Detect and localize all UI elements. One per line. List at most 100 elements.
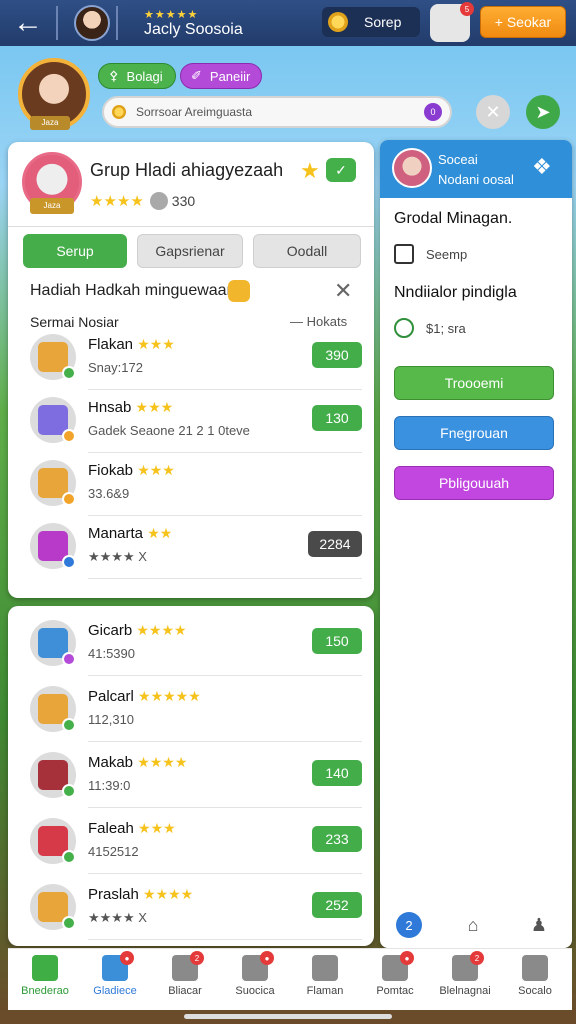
nav-item[interactable]: 2 Blelnagnai	[434, 951, 496, 1009]
people-icon[interactable]: ♟	[526, 912, 552, 938]
item-value-button[interactable]: 2284	[308, 531, 362, 557]
item-icon	[30, 523, 76, 569]
player-info: ★★★★★ Jacly Soosoia	[144, 8, 243, 39]
divider	[88, 389, 362, 390]
nav-label: Pomtac	[376, 985, 414, 997]
player-avatar[interactable]	[74, 5, 110, 41]
divider	[88, 578, 362, 579]
house-icon[interactable]: ⌂	[460, 912, 486, 938]
item-icon	[30, 818, 76, 864]
nav-item[interactable]: Bnederao	[14, 955, 76, 1009]
group-rating: ★★★★ 330	[90, 192, 195, 210]
count-badge[interactable]: 2	[396, 912, 422, 938]
tab-serup[interactable]: Serup	[23, 234, 127, 268]
tab-oodall[interactable]: Oodall	[253, 234, 361, 268]
item-subtitle: ★★★★ X	[88, 549, 147, 564]
confirm-button[interactable]: ➤	[526, 95, 560, 129]
item-subtitle: Snay:172	[88, 360, 143, 375]
item-stars: ★★★	[137, 336, 175, 352]
rating-stars: ★★★★	[90, 193, 144, 210]
social-avatar[interactable]	[392, 148, 432, 188]
item-value-button[interactable]: 150	[312, 628, 362, 654]
item-name: Fiokab ★★★	[88, 462, 175, 479]
item-name-text: Flakan	[88, 336, 134, 353]
item-subtitle: Gadek Seaone 21 2 1 0teve	[88, 423, 250, 438]
item-value-button[interactable]: 390	[312, 342, 362, 368]
profile-mini-avatar[interactable]: 5	[430, 2, 474, 42]
nav-icon: 2	[452, 951, 484, 981]
seekar-button[interactable]: + Seokar	[480, 6, 566, 38]
check-button[interactable]: ✓	[326, 158, 356, 182]
item-stars: ★★★★★	[138, 688, 201, 704]
nav-item[interactable]: Socalo	[504, 955, 566, 1009]
panel-row-2: $1; sra	[394, 318, 466, 338]
panel-row-1: Seemp	[394, 244, 467, 264]
header-line-2: Nodani oosal	[438, 172, 514, 187]
list-item[interactable]: Faleah ★★★ 4152512 233	[22, 812, 362, 874]
list-item[interactable]: Palcarl ★★★★★ 112,310	[22, 680, 362, 742]
item-value-button[interactable]: 130	[312, 405, 362, 431]
tab-gapsrienar[interactable]: Gapsrienar	[137, 234, 243, 268]
nav-icon	[312, 955, 338, 981]
item-subtitle: ★★★★ X	[88, 910, 147, 925]
list-item[interactable]: Makab ★★★★ 11:39:0 140	[22, 746, 362, 808]
sub-heading-right: — Hokats	[290, 314, 348, 329]
nav-icon: 2	[172, 951, 204, 981]
clear-button[interactable]: ✕	[476, 95, 510, 129]
item-value-button[interactable]: 233	[312, 826, 362, 852]
item-name-text: Palcarl	[88, 688, 134, 705]
item-subtitle: 11:39:0	[88, 778, 131, 793]
search-purple-icon: 0	[424, 103, 442, 121]
divider	[88, 515, 362, 516]
search-text: Sorrsoar Areimguasta	[136, 105, 253, 119]
bag-icon	[228, 280, 250, 302]
back-arrow-icon[interactable]: ←	[0, 0, 56, 46]
bolagi-label: Bolagi	[126, 68, 163, 84]
nav-item[interactable]: ● Gladiece	[84, 951, 146, 1009]
group-tag: Jaza	[30, 198, 74, 214]
item-subtitle: 4152512	[88, 844, 139, 859]
nav-icon	[522, 955, 548, 981]
nav-item[interactable]: Flaman	[294, 955, 356, 1009]
pencil-icon: ✐	[191, 68, 202, 83]
nav-label: Bliacar	[168, 985, 202, 997]
nav-label: Blelnagnai	[439, 985, 491, 997]
pbligouuah-button[interactable]: Pbligouuah	[394, 466, 554, 500]
favorite-star-icon[interactable]: ★	[300, 158, 320, 184]
list-item[interactable]: Gicarb ★★★★ 41:5390 150	[22, 614, 362, 676]
nav-label: Socalo	[518, 985, 552, 997]
close-icon[interactable]: ✕	[334, 278, 352, 304]
group-title: Grup Hladi ahiagyezaah	[90, 160, 284, 180]
nav-item[interactable]: ● Pomtac	[364, 951, 426, 1009]
search-bar[interactable]: Sorrsoar Areimguasta 0	[102, 96, 452, 128]
list-item[interactable]: Flakan ★★★ Snay:172 390	[22, 328, 362, 390]
paneiir-pill[interactable]: ✐ Paneiir	[180, 63, 262, 89]
nav-item[interactable]: 2 Bliacar	[154, 951, 216, 1009]
list-item[interactable]: Praslah ★★★★ ★★★★ X 252	[22, 878, 362, 940]
fnegrouan-button[interactable]: Fnegrouan	[394, 416, 554, 450]
troooemi-button[interactable]: Troooemi	[394, 366, 554, 400]
item-stars: ★★★	[138, 820, 176, 836]
bird-icon[interactable]: ❖	[532, 154, 552, 180]
item-stars: ★★	[147, 525, 173, 541]
divider	[56, 6, 58, 40]
coin-counter[interactable]: Sorep	[322, 7, 420, 37]
item-value-button[interactable]: 252	[312, 892, 362, 918]
item-name-text: Praslah	[88, 886, 139, 903]
door-icon	[394, 244, 414, 264]
list-item[interactable]: Fiokab ★★★ 33.6&9	[22, 454, 362, 516]
panel-title-1: Grodal Minagan.	[394, 210, 513, 227]
item-icon	[30, 752, 76, 798]
nav-label: Suocica	[235, 985, 275, 997]
nav-item[interactable]: ● Suocica	[224, 951, 286, 1009]
status-chip-icon	[62, 429, 76, 443]
status-chip-icon	[62, 784, 76, 798]
list-item[interactable]: Hnsab ★★★ Gadek Seaone 21 2 1 0teve 130	[22, 391, 362, 453]
status-chip-icon	[62, 652, 76, 666]
nav-icon: ●	[382, 951, 414, 981]
rating-value: 330	[171, 193, 196, 209]
nav-icon	[32, 955, 58, 981]
list-item[interactable]: Manarta ★★ ★★★★ X 2284	[22, 517, 362, 579]
bolagi-pill[interactable]: ⚴ Bolagi	[98, 63, 176, 89]
item-value-button[interactable]: 140	[312, 760, 362, 786]
